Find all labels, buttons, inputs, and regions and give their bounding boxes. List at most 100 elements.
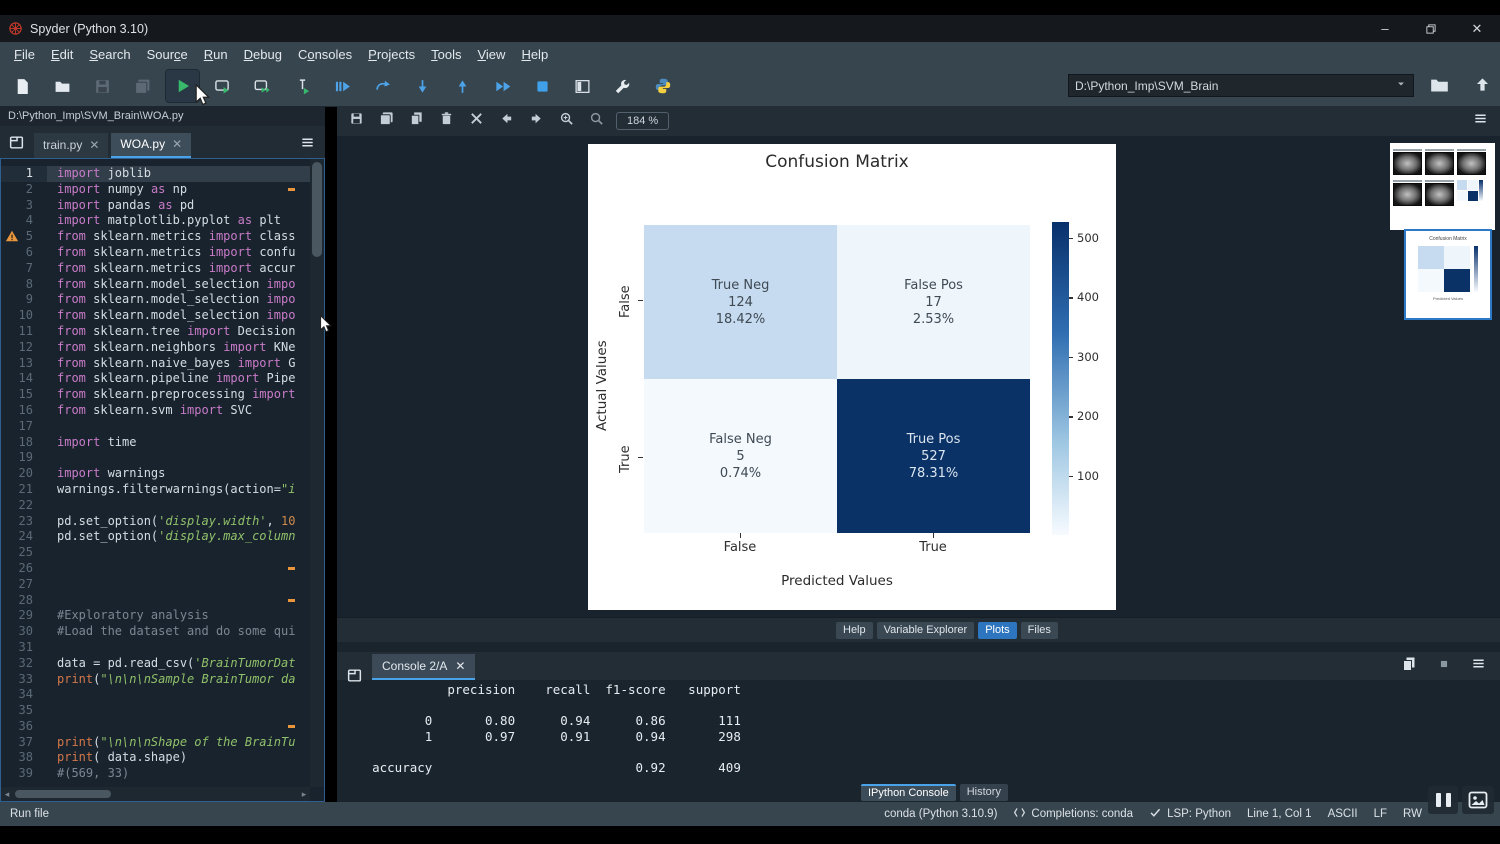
code-line-14[interactable]: 14from sklearn.pipeline import Pipe xyxy=(1,371,310,387)
step-into-button[interactable] xyxy=(406,70,439,102)
stop-button[interactable] xyxy=(526,70,559,102)
pane-tab-help[interactable]: Help xyxy=(836,622,873,639)
code-line-32[interactable]: 32data = pd.read_csv('BrainTumorDat xyxy=(1,656,310,672)
classification-report-output[interactable]: precision recall f1-score support 0 0.80… xyxy=(342,682,741,776)
close-icon[interactable]: ✕ xyxy=(455,654,465,678)
code-line-27[interactable]: 27 xyxy=(1,577,310,593)
console-options-menu-icon[interactable] xyxy=(1471,656,1486,676)
maximize-pane-button[interactable] xyxy=(566,70,599,102)
plot-save-all-button[interactable] xyxy=(379,111,394,131)
menu-item-file[interactable]: File xyxy=(6,47,43,62)
code-line-15[interactable]: 15from sklearn.preprocessing import xyxy=(1,387,310,403)
code-line-18[interactable]: 18import time xyxy=(1,435,310,451)
menu-item-edit[interactable]: Edit xyxy=(43,47,81,62)
warning-icon[interactable] xyxy=(5,229,19,248)
editor-horizontal-scrollbar[interactable]: ◂ ▸ xyxy=(1,787,310,801)
code-line-2[interactable]: 2import numpy as np xyxy=(1,182,310,198)
code-line-7[interactable]: 7from sklearn.metrics import accur xyxy=(1,261,310,277)
parent-directory-button[interactable] xyxy=(1474,76,1491,98)
code-line-30[interactable]: 30#Load the dataset and do some qui xyxy=(1,624,310,640)
code-line-25[interactable]: 25 xyxy=(1,545,310,561)
scroll-left-arrow[interactable]: ◂ xyxy=(1,789,13,800)
plot-zoom-in-button[interactable] xyxy=(559,111,574,131)
code-line-26[interactable]: 26 xyxy=(1,561,310,577)
plot-thumbnail-confusion-matrix-selected[interactable]: Confusion Matrix Predicted Values xyxy=(1406,231,1490,318)
menu-item-debug[interactable]: Debug xyxy=(236,47,290,62)
code-line-6[interactable]: 6from sklearn.metrics import confu xyxy=(1,245,310,261)
console-tab[interactable]: Console 2/A ✕ xyxy=(372,654,475,680)
debug-file-button[interactable] xyxy=(326,70,359,102)
code-line-3[interactable]: 3import pandas as pd xyxy=(1,198,310,214)
working-directory-combobox[interactable]: D:\Python_Imp\SVM_Brain xyxy=(1068,74,1414,97)
browse-directory-button[interactable] xyxy=(1430,77,1449,99)
pause-icon[interactable] xyxy=(1428,786,1458,814)
picture-icon[interactable] xyxy=(1462,786,1494,814)
code-line-33[interactable]: 33print("\n\n\nSample BrainTumor da xyxy=(1,672,310,688)
editor-options-menu-icon[interactable] xyxy=(300,135,315,155)
scrollbar-thumb[interactable] xyxy=(15,790,111,798)
menu-item-source[interactable]: Source xyxy=(139,47,196,62)
scroll-right-arrow[interactable]: ▸ xyxy=(298,789,310,800)
scrollbar-thumb[interactable] xyxy=(312,162,322,257)
plot-copy-button[interactable] xyxy=(409,111,424,131)
menu-item-projects[interactable]: Projects xyxy=(360,47,423,62)
code-line-24[interactable]: 24pd.set_option('display.max_column xyxy=(1,529,310,545)
close-button[interactable]: ✕ xyxy=(1454,15,1500,42)
code-line-1[interactable]: 1import joblib xyxy=(1,166,310,182)
code-line-36[interactable]: 36 xyxy=(1,719,310,735)
code-line-5[interactable]: 5from sklearn.metrics import class xyxy=(1,229,310,245)
code-line-39[interactable]: 39#(569, 33) xyxy=(1,766,310,782)
code-line-37[interactable]: 37print("\n\n\nShape of the BrainTu xyxy=(1,735,310,751)
code-line-23[interactable]: 23pd.set_option('display.width', 10 xyxy=(1,514,310,530)
debug-step-over-button[interactable] xyxy=(366,70,399,102)
console-switcher-ipython-console[interactable]: IPython Console xyxy=(861,784,956,801)
step-return-button[interactable] xyxy=(446,70,479,102)
code-editor[interactable]: 1import joblib2import numpy as np3import… xyxy=(0,158,325,802)
plot-zoom-out-button[interactable] xyxy=(589,111,604,131)
code-line-11[interactable]: 11from sklearn.tree import Decision xyxy=(1,324,310,340)
status-lf[interactable]: LF xyxy=(1374,808,1387,820)
code-line-17[interactable]: 17 xyxy=(1,419,310,435)
code-line-22[interactable]: 22 xyxy=(1,498,310,514)
plot-previous-button[interactable] xyxy=(499,111,514,131)
menu-item-run[interactable]: Run xyxy=(196,47,236,62)
plot-remove-button[interactable] xyxy=(439,111,454,131)
status-line-1-col-1[interactable]: Line 1, Col 1 xyxy=(1247,808,1312,820)
code-line-10[interactable]: 10from sklearn.model_selection impo xyxy=(1,308,310,324)
code-line-9[interactable]: 9from sklearn.model_selection impo xyxy=(1,292,310,308)
plot-save-button[interactable] xyxy=(349,111,364,131)
close-icon[interactable]: ✕ xyxy=(172,132,182,157)
plot-remove-all-button[interactable] xyxy=(469,111,484,131)
menu-item-view[interactable]: View xyxy=(469,47,513,62)
status-conda-python-3-10-9-[interactable]: conda (Python 3.10.9) xyxy=(884,808,997,820)
editor-tab-train.py[interactable]: train.py✕ xyxy=(34,133,108,158)
browse-tabs-icon[interactable] xyxy=(8,134,25,156)
code-line-4[interactable]: 4import matplotlib.pyplot as plt xyxy=(1,213,310,229)
interrupt-kernel-icon[interactable] xyxy=(1437,657,1451,676)
python-path-button[interactable] xyxy=(646,70,679,102)
menu-item-search[interactable]: Search xyxy=(81,47,138,62)
console-switcher-history[interactable]: History xyxy=(960,784,1008,801)
plot-next-button[interactable] xyxy=(529,111,544,131)
menu-item-help[interactable]: Help xyxy=(513,47,556,62)
pane-tab-plots[interactable]: Plots xyxy=(978,622,1016,639)
run-selection-button[interactable] xyxy=(286,70,319,102)
code-line-12[interactable]: 12from sklearn.neighbors import KNe xyxy=(1,340,310,356)
restore-button[interactable] xyxy=(1408,15,1454,42)
code-line-8[interactable]: 8from sklearn.model_selection impo xyxy=(1,277,310,293)
code-line-35[interactable]: 35 xyxy=(1,703,310,719)
save-all-button[interactable] xyxy=(126,70,159,102)
status-completions-conda[interactable]: Completions: conda xyxy=(1013,806,1133,822)
code-line-31[interactable]: 31 xyxy=(1,640,310,656)
open-folder-button[interactable] xyxy=(46,70,79,102)
code-line-19[interactable]: 19 xyxy=(1,450,310,466)
minimize-button[interactable]: – xyxy=(1362,15,1408,42)
code-line-20[interactable]: 20import warnings xyxy=(1,466,310,482)
run-cell-advance-button[interactable] xyxy=(246,70,279,102)
code-line-38[interactable]: 38print( data.shape) xyxy=(1,750,310,766)
menu-item-tools[interactable]: Tools xyxy=(423,47,469,62)
menu-item-consoles[interactable]: Consoles xyxy=(290,47,360,62)
editor-tab-WOA.py[interactable]: WOA.py✕ xyxy=(111,133,191,158)
status-ascii[interactable]: ASCII xyxy=(1328,808,1358,820)
plots-options-menu-icon[interactable] xyxy=(1473,111,1488,131)
